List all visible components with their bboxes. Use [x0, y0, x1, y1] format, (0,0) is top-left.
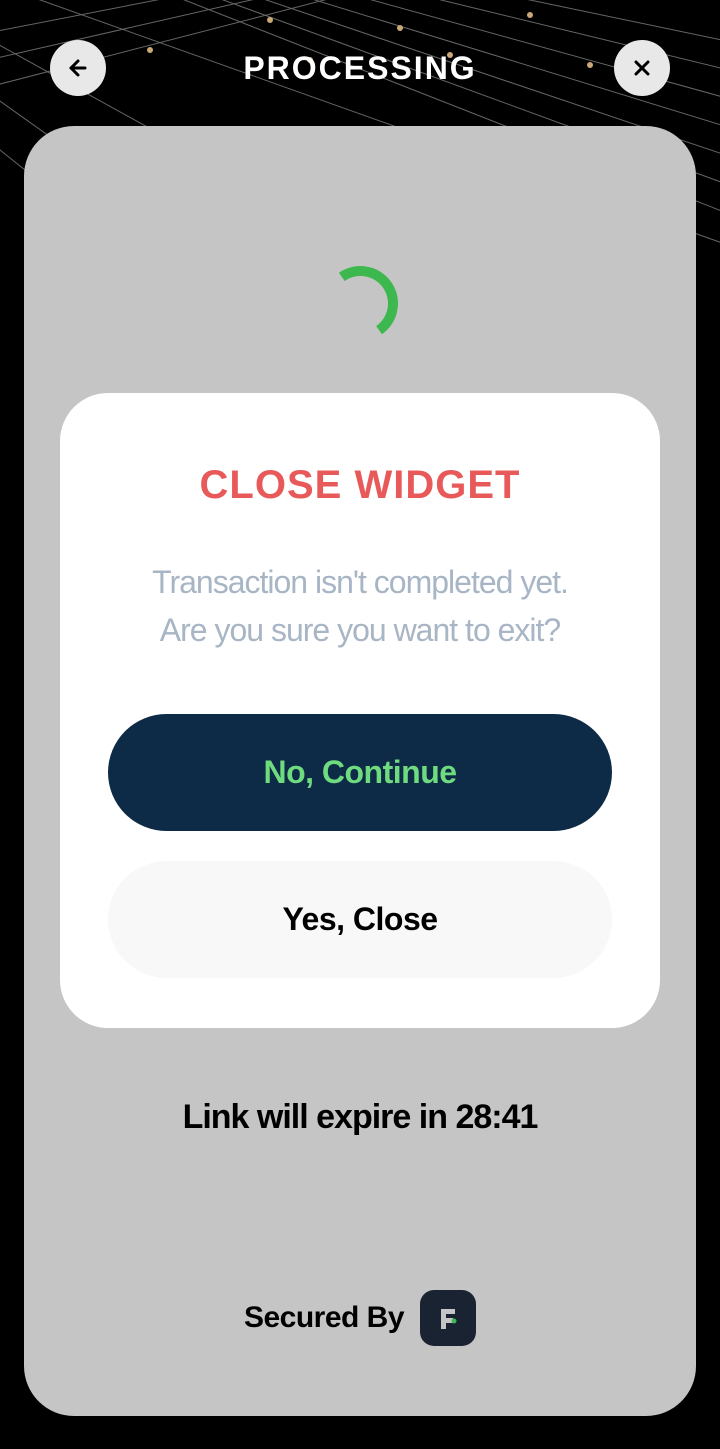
close-confirmation-modal: CLOSE WIDGET Transaction isn't completed…: [60, 393, 660, 1028]
logo-icon: [433, 1303, 463, 1333]
secured-by-label: Secured By: [244, 1301, 404, 1335]
arrow-left-icon: [66, 56, 90, 80]
continue-button[interactable]: No, Continue: [108, 714, 612, 831]
expire-text: Link will expire in 28:41: [60, 1098, 660, 1137]
modal-message: Transaction isn't completed yet. Are you…: [108, 558, 612, 654]
spinner-container: [60, 166, 660, 381]
provider-logo: [420, 1290, 476, 1346]
main-panel: CLOSE WIDGET Transaction isn't completed…: [24, 126, 696, 1416]
close-button[interactable]: [614, 40, 670, 96]
loading-spinner-icon: [317, 260, 404, 347]
header-title: PROCESSING: [243, 50, 476, 87]
header: PROCESSING: [0, 0, 720, 126]
confirm-close-button[interactable]: Yes, Close: [108, 861, 612, 978]
modal-title: CLOSE WIDGET: [108, 463, 612, 508]
close-icon: [630, 56, 654, 80]
back-button[interactable]: [50, 40, 106, 96]
footer: Secured By: [60, 1290, 660, 1376]
